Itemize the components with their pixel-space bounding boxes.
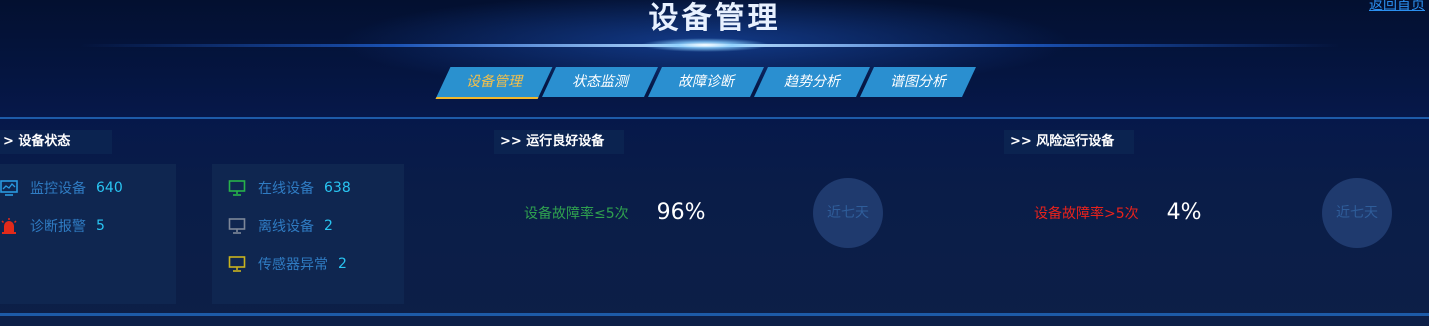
tab-spectrum-analysis[interactable]: 谱图分析 bbox=[860, 67, 976, 97]
stat-label: 离线设备 bbox=[258, 219, 314, 235]
stat-label: 在线设备 bbox=[258, 181, 314, 197]
stat-diagnosis-alarms: 诊断报警 5 bbox=[0, 215, 105, 237]
tab-label: 状态监测 bbox=[572, 74, 628, 90]
tab-label: 设备管理 bbox=[466, 74, 522, 90]
monitor-sensor-icon bbox=[228, 256, 246, 272]
device-status-card-left: 监控设备 640 诊断报警 5 bbox=[0, 164, 176, 304]
risk-devices-title: >> 风险运行设备 bbox=[1004, 130, 1134, 154]
stat-label: 诊断报警 bbox=[30, 219, 86, 235]
header: 设备管理 返回首页 设备管理 状态监测 故障诊断 趋势分析 谱图分析 bbox=[0, 0, 1429, 118]
stat-value: 638 bbox=[324, 180, 351, 196]
tab-device-management[interactable]: 设备管理 bbox=[435, 67, 553, 99]
tab-bar: 设备管理 状态监测 故障诊断 趋势分析 谱图分析 bbox=[435, 67, 976, 99]
device-management-page: 设备管理 返回首页 设备管理 状态监测 故障诊断 趋势分析 谱图分析 > 设备状… bbox=[0, 0, 1429, 326]
good-devices-metric: 设备故障率≤5次 96% bbox=[524, 200, 706, 225]
tab-label: 故障诊断 bbox=[678, 74, 734, 90]
tab-label: 谱图分析 bbox=[890, 74, 946, 90]
device-status-title: > 设备状态 bbox=[0, 130, 112, 154]
monitor-online-icon bbox=[228, 180, 246, 196]
tab-label: 趋势分析 bbox=[784, 74, 840, 90]
stat-label: 监控设备 bbox=[30, 181, 86, 197]
good-devices-last-7-days-button[interactable]: 近七天 bbox=[813, 178, 883, 248]
stat-label: 传感器异常 bbox=[258, 257, 328, 273]
stat-value: 5 bbox=[96, 218, 105, 234]
page-title: 设备管理 bbox=[648, 1, 781, 36]
stat-online-devices: 在线设备 638 bbox=[228, 177, 351, 199]
risk-devices-label: 设备故障率>5次 bbox=[1034, 205, 1139, 222]
divider bbox=[0, 313, 1429, 316]
alarm-icon bbox=[1, 218, 17, 234]
risk-devices-metric: 设备故障率>5次 4% bbox=[1034, 200, 1202, 225]
stat-monitored-devices: 监控设备 640 bbox=[0, 177, 123, 199]
device-status-card-right: 在线设备 638 离线设备 2 传感器异常 2 bbox=[212, 164, 404, 304]
risk-devices-percent: 4% bbox=[1166, 200, 1202, 225]
good-devices-title: >> 运行良好设备 bbox=[494, 130, 624, 154]
tab-fault-diagnosis[interactable]: 故障诊断 bbox=[648, 67, 764, 97]
tab-status-monitoring[interactable]: 状态监测 bbox=[542, 67, 658, 97]
header-glow-spot bbox=[640, 38, 770, 52]
risk-devices-last-7-days-button[interactable]: 近七天 bbox=[1322, 178, 1392, 248]
back-home-link[interactable]: 返回首页 bbox=[1369, 0, 1425, 14]
stat-value: 2 bbox=[338, 256, 347, 272]
stat-sensor-abnormal: 传感器异常 2 bbox=[228, 253, 347, 275]
monitor-offline-icon bbox=[228, 218, 246, 234]
divider bbox=[0, 117, 1429, 119]
stat-value: 640 bbox=[96, 180, 123, 196]
stat-value: 2 bbox=[324, 218, 333, 234]
good-devices-label: 设备故障率≤5次 bbox=[524, 205, 629, 222]
good-devices-percent: 96% bbox=[656, 200, 706, 225]
stat-offline-devices: 离线设备 2 bbox=[228, 215, 333, 237]
tab-trend-analysis[interactable]: 趋势分析 bbox=[754, 67, 870, 97]
monitor-icon bbox=[0, 180, 18, 196]
